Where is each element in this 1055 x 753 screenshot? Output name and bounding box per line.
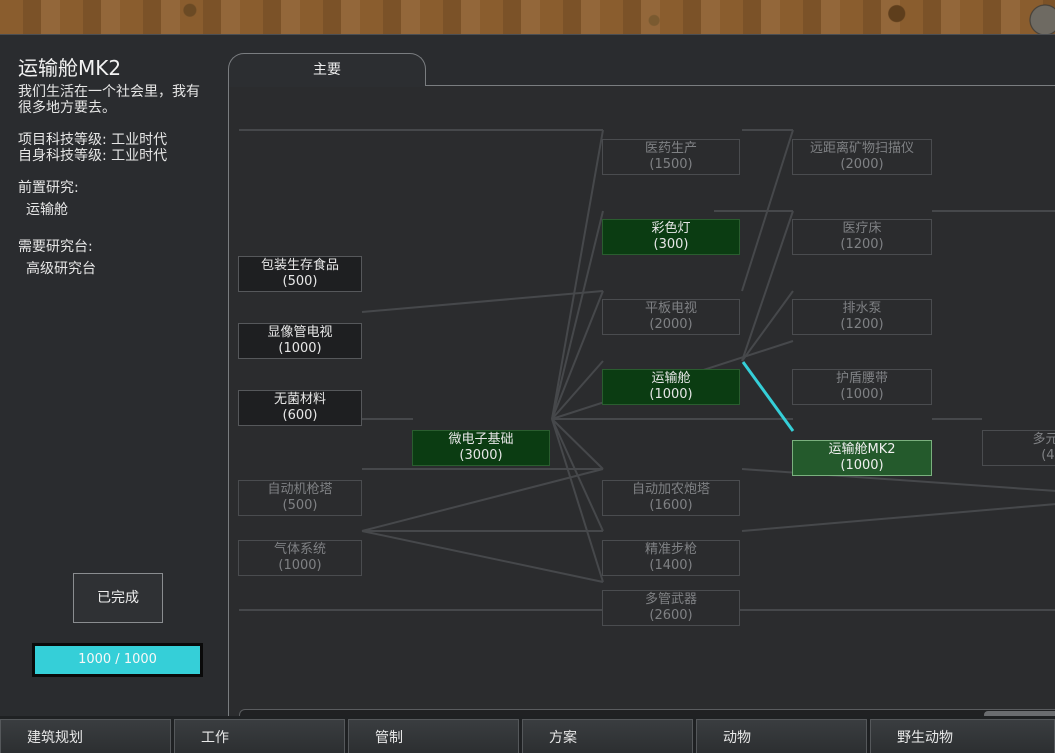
node-cost: (1000) — [278, 558, 322, 573]
node-precision-rifle[interactable]: 精准步枪 (1400) — [602, 540, 740, 576]
required-bench-header: 需要研究台: — [18, 239, 93, 255]
node-cost: (1500) — [649, 157, 693, 172]
node-autocannon-turret[interactable]: 自动加农炮塔 (1600) — [602, 480, 740, 516]
node-tube-television[interactable]: 显像管电视 (1000) — [238, 323, 362, 359]
node-cost: (2600) — [649, 608, 693, 623]
completed-button[interactable]: 已完成 — [73, 573, 163, 623]
node-name: 自动加农炮塔 — [631, 482, 710, 497]
node-cost: (500) — [282, 498, 318, 513]
node-multi-analyzer[interactable]: 多元分(40 — [982, 430, 1055, 466]
node-medicine-production[interactable]: 医药生产 (1500) — [602, 139, 740, 175]
tab-main[interactable]: 主要 — [228, 53, 426, 86]
node-cost: (40 — [1041, 448, 1055, 463]
tab-restrict[interactable]: 管制 — [348, 719, 519, 753]
node-cost: (2000) — [649, 317, 693, 332]
node-name: 运输舱MK2 — [828, 442, 896, 457]
tab-work[interactable]: 工作 — [174, 719, 345, 753]
map-rock — [1015, 0, 1055, 34]
node-name: 多管武器 — [644, 592, 697, 607]
node-cost: (600) — [282, 408, 318, 423]
highlight-link — [741, 361, 795, 432]
node-cost: (1000) — [840, 458, 884, 473]
tab-architect[interactable]: 建筑规划 — [0, 719, 171, 753]
project-title: 运输舱MK2 — [18, 56, 122, 80]
node-cost: (1200) — [840, 317, 884, 332]
node-cost: (1000) — [840, 387, 884, 402]
node-gas-systems[interactable]: 气体系统 (1000) — [238, 540, 362, 576]
node-flatscreen-tv[interactable]: 平板电视 (2000) — [602, 299, 740, 335]
tab-animals[interactable]: 动物 — [696, 719, 867, 753]
node-name: 气体系统 — [273, 542, 326, 557]
research-progress-bar: 1000 / 1000 — [32, 643, 203, 677]
progress-text: 1000 / 1000 — [78, 652, 157, 667]
node-packaged-survival-meal[interactable]: 包装生存食品 (500) — [238, 256, 362, 292]
node-transport-pod-mk2[interactable]: 运输舱MK2 (1000) — [792, 440, 932, 476]
node-name: 彩色灯 — [651, 221, 691, 236]
world-map-strip — [0, 0, 1055, 34]
node-cost: (3000) — [459, 448, 503, 463]
node-name: 医疗床 — [842, 221, 882, 236]
node-cost: (300) — [653, 237, 689, 252]
node-cost: (500) — [282, 274, 318, 289]
tab-joint — [229, 84, 425, 87]
node-name: 多元分 — [1032, 432, 1055, 447]
tab-assign[interactable]: 方案 — [522, 719, 693, 753]
node-name: 排水泵 — [842, 301, 882, 316]
project-tech-level: 项目科技等级: 工业时代 — [18, 132, 168, 148]
research-tree[interactable]: 医药生产 (1500) 远距离矿物扫描仪 (2000) 彩色灯 (300) 医疗床 (1… — [228, 85, 1055, 717]
node-name: 自动机枪塔 — [267, 482, 333, 497]
node-colored-lights[interactable]: 彩色灯 (300) — [602, 219, 740, 255]
node-sterile-materials[interactable]: 无菌材料 (600) — [238, 390, 362, 426]
node-cost: (1000) — [649, 387, 693, 402]
node-cost: (1400) — [649, 558, 693, 573]
prerequisites-header: 前置研究: — [18, 180, 79, 196]
self-tech-level: 自身科技等级: 工业时代 — [18, 148, 168, 164]
node-transport-pod[interactable]: 运输舱 (1000) — [602, 369, 740, 405]
node-cost: (1200) — [840, 237, 884, 252]
tab-wildlife[interactable]: 野生动物 — [870, 719, 1055, 753]
project-info-panel: 运输舱MK2 我们生活在一个社会里，我有很多地方要去。 项目科技等级: 工业时代… — [18, 35, 218, 717]
node-hospital-bed[interactable]: 医疗床 (1200) — [792, 219, 932, 255]
progress-fill: 1000 / 1000 — [35, 646, 200, 674]
node-name: 微电子基础 — [448, 432, 514, 447]
node-cost: (1000) — [278, 341, 322, 356]
node-name: 运输舱 — [651, 371, 691, 386]
node-long-range-scanner[interactable]: 远距离矿物扫描仪 (2000) — [792, 139, 932, 175]
node-name: 护盾腰带 — [835, 371, 888, 386]
project-description: 我们生活在一个社会里，我有很多地方要去。 — [18, 84, 200, 116]
node-name: 显像管电视 — [267, 325, 333, 340]
required-bench-item: 高级研究台 — [26, 261, 96, 277]
node-name: 平板电视 — [644, 301, 697, 316]
research-window: 运输舱MK2 我们生活在一个社会里，我有很多地方要去。 项目科技等级: 工业时代… — [0, 34, 1055, 717]
main-tab-bar: 建筑规划 工作 管制 方案 动物 野生动物 — [0, 716, 1055, 753]
node-name: 医药生产 — [644, 141, 697, 156]
node-drain-pump[interactable]: 排水泵 (1200) — [792, 299, 932, 335]
node-multibarrel-weapons[interactable]: 多管武器 (2600) — [602, 590, 740, 626]
node-auto-turret[interactable]: 自动机枪塔 (500) — [238, 480, 362, 516]
node-name: 包装生存食品 — [260, 258, 339, 273]
prerequisite-item: 运输舱 — [26, 202, 68, 218]
node-cost: (2000) — [840, 157, 884, 172]
node-name: 无菌材料 — [273, 392, 326, 407]
node-microelectronics-basics[interactable]: 微电子基础 (3000) — [412, 430, 550, 466]
node-name: 精准步枪 — [644, 542, 697, 557]
node-shield-belt[interactable]: 护盾腰带 (1000) — [792, 369, 932, 405]
node-name: 远距离矿物扫描仪 — [809, 141, 914, 156]
node-cost: (1600) — [649, 498, 693, 513]
